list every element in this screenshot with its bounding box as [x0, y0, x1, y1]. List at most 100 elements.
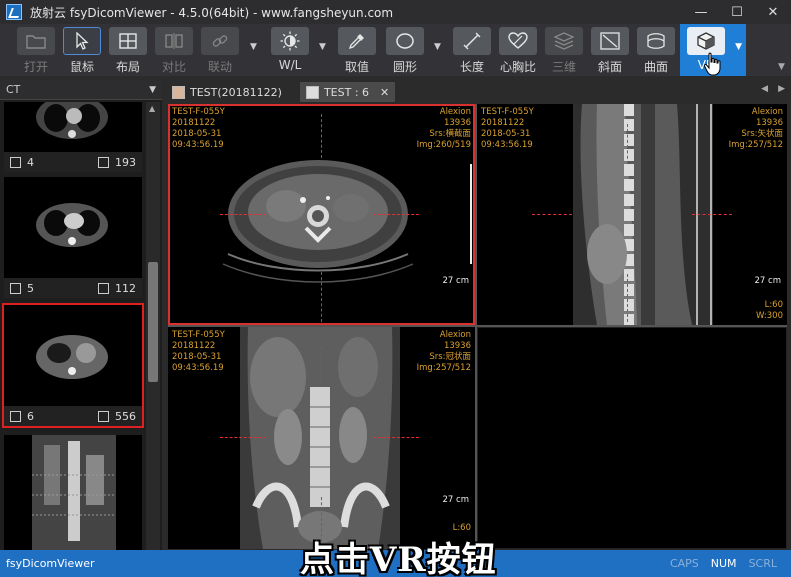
wl-tool-button[interactable]: W/L	[270, 24, 310, 76]
viewport-axial[interactable]: TEST-F-055Y 20181122 2018-05-31 09:43:56…	[168, 104, 475, 325]
3d-tool-button[interactable]: 三维	[544, 24, 584, 76]
link-dropdown-arrow-icon[interactable]: ▼	[250, 42, 257, 52]
ellipse-tool-button[interactable]: 圆形	[385, 24, 425, 76]
sagittal-scale-label: 27 cm	[754, 276, 781, 286]
tutorial-caption: 点击VR按钮	[300, 540, 497, 577]
close-button[interactable]: ✕	[755, 0, 791, 24]
image-count-icon	[98, 156, 109, 168]
eyedropper-icon	[338, 27, 376, 55]
tab-patient-study-label: TEST(20181122)	[190, 85, 282, 99]
pick-value-tool-label: 取值	[344, 60, 369, 74]
image-count-icon	[98, 410, 109, 422]
viewport-coronal[interactable]: TEST-F-055Y 20181122 2018-05-31 09:43:56…	[168, 327, 475, 549]
toolbar-overflow-arrow-icon[interactable]: ▼	[778, 62, 785, 72]
oblique-plane-tool-button[interactable]: 斜面	[590, 24, 630, 76]
app-logo-icon	[6, 4, 22, 20]
series-thumbnail-6[interactable]: 6 556	[2, 303, 144, 428]
keyboard-indicators: CAPS NUM SCRL	[670, 557, 777, 570]
thumbnail-list: 4 193 5 112 6 556	[2, 102, 144, 550]
series-stack-icon	[10, 156, 21, 168]
minimize-button[interactable]: —	[683, 0, 719, 24]
tab-series-6[interactable]: TEST : 6 ✕	[299, 82, 396, 102]
modality-dropdown-arrow-icon[interactable]: ▼	[149, 85, 156, 95]
title-bar: 放射云 fsyDicomViewer - 4.5.0(64bit) - www.…	[0, 0, 791, 24]
series-panel: CT ▼ 4 193 5 112 6 556 ▲	[0, 80, 162, 550]
link-tool-button[interactable]: 联动	[200, 24, 240, 76]
curved-plane-tool-label: 曲面	[643, 60, 668, 74]
sagittal-crosshair-horizontal-left[interactable]	[532, 214, 572, 215]
series-6-preview-image	[4, 305, 142, 405]
tab-prev-arrow-icon[interactable]: ◀	[761, 84, 768, 94]
status-app-name: fsyDicomViewer	[6, 557, 95, 570]
wl-tool-label: W/L	[278, 58, 302, 72]
series-5-meta: 5 112	[4, 278, 142, 298]
ellipse-icon	[386, 27, 424, 55]
pick-value-tool-button[interactable]: 取值	[337, 24, 377, 76]
tab-series-6-label: TEST : 6	[323, 85, 370, 99]
sagittal-window-level: L:60 W:300	[756, 300, 783, 321]
caps-lock-indicator: CAPS	[669, 557, 699, 570]
crosshair-vertical-bottom[interactable]	[321, 272, 322, 322]
series-5-preview-image	[4, 177, 142, 277]
tab-patient-study[interactable]: TEST(20181122)	[166, 82, 288, 102]
compare-icon	[155, 27, 193, 55]
ellipse-dropdown-arrow-icon[interactable]: ▼	[434, 42, 441, 52]
image-viewer: TEST-F-055Y 20181122 2018-05-31 09:43:56…	[168, 104, 787, 549]
image-count-icon	[98, 282, 109, 294]
stack-icon	[305, 85, 319, 99]
coronal-crosshair-horizontal-left[interactable]	[220, 437, 266, 438]
viewport-empty[interactable]	[477, 327, 787, 549]
cardiothoracic-ratio-tool-button[interactable]: 心胸比	[498, 24, 538, 76]
viewport-sagittal[interactable]: TEST-F-055Y 20181122 2018-05-31 09:43:56…	[477, 104, 787, 325]
scroll-up-arrow-icon[interactable]: ▲	[149, 104, 155, 113]
tab-bar: TEST(20181122) TEST : 6 ✕ ◀ ▶	[166, 80, 791, 102]
sagittal-crosshair-horizontal-right[interactable]	[692, 214, 732, 215]
coronal-crosshair-vertical-top[interactable]	[321, 347, 322, 383]
series-thumbnail-7[interactable]	[4, 435, 142, 550]
num-lock-indicator: NUM	[710, 557, 737, 570]
mouse-tool-button[interactable]: 鼠标	[62, 24, 102, 76]
3d-tool-label: 三维	[551, 60, 576, 74]
axial-patient-info: TEST-F-055Y 20181122 2018-05-31 09:43:56…	[172, 107, 225, 150]
mouse-pointer-icon	[63, 27, 101, 55]
ruler-line-icon	[453, 27, 491, 55]
vr-dropdown-arrow-icon[interactable]: ▼	[735, 42, 742, 52]
crosshair-horizontal-right[interactable]	[373, 214, 419, 215]
series-stack-icon	[10, 282, 21, 294]
series-4-meta: 4 193	[4, 152, 142, 172]
open-tool-button[interactable]: 打开	[16, 24, 56, 76]
curved-plane-tool-button[interactable]: 曲面	[636, 24, 676, 76]
link-tool-label: 联动	[207, 60, 232, 74]
compare-tool-button[interactable]: 对比	[154, 24, 194, 76]
axial-scale-bar	[470, 164, 472, 264]
maximize-button[interactable]: ☐	[719, 0, 755, 24]
ellipse-tool-label: 圆形	[392, 60, 417, 74]
hand-cursor-icon	[703, 52, 721, 76]
sagittal-crosshair-vertical-top[interactable]	[627, 124, 628, 164]
tab-navigation: ◀ ▶	[761, 84, 785, 94]
thumbnail-scrollbar[interactable]: ▲	[146, 102, 160, 550]
crosshair-vertical-top[interactable]	[321, 114, 322, 158]
sagittal-crosshair-vertical-bottom[interactable]	[627, 274, 628, 322]
tab-close-button[interactable]: ✕	[380, 86, 389, 99]
length-tool-label: 长度	[459, 60, 484, 74]
viewport-divider-horizontal	[168, 325, 787, 327]
link-icon	[201, 27, 239, 55]
length-tool-button[interactable]: 长度	[452, 24, 492, 76]
coronal-patient-info: TEST-F-055Y 20181122 2018-05-31 09:43:56…	[172, 330, 225, 373]
series-7-preview-image	[4, 435, 142, 550]
layout-tool-button[interactable]: 布局	[108, 24, 148, 76]
window-title: 放射云 fsyDicomViewer - 4.5.0(64bit) - www.…	[30, 5, 394, 20]
wl-dropdown-arrow-icon[interactable]: ▼	[319, 42, 326, 52]
heart-ratio-icon	[499, 27, 537, 55]
axial-series-info: Alexion 13936 Srs:横截面 Img:260/519	[416, 107, 471, 150]
crosshair-horizontal-left[interactable]	[220, 214, 266, 215]
scrollbar-thumb[interactable]	[148, 262, 158, 382]
coronal-crosshair-horizontal-right[interactable]	[373, 437, 419, 438]
series-panel-header: CT ▼	[0, 80, 162, 100]
tab-next-arrow-icon[interactable]: ▶	[778, 84, 785, 94]
series-thumbnail-4[interactable]: 4 193	[4, 102, 142, 172]
series-thumbnail-5[interactable]: 5 112	[4, 177, 142, 298]
layout-icon	[109, 27, 147, 55]
axial-scale-label: 27 cm	[442, 276, 469, 286]
